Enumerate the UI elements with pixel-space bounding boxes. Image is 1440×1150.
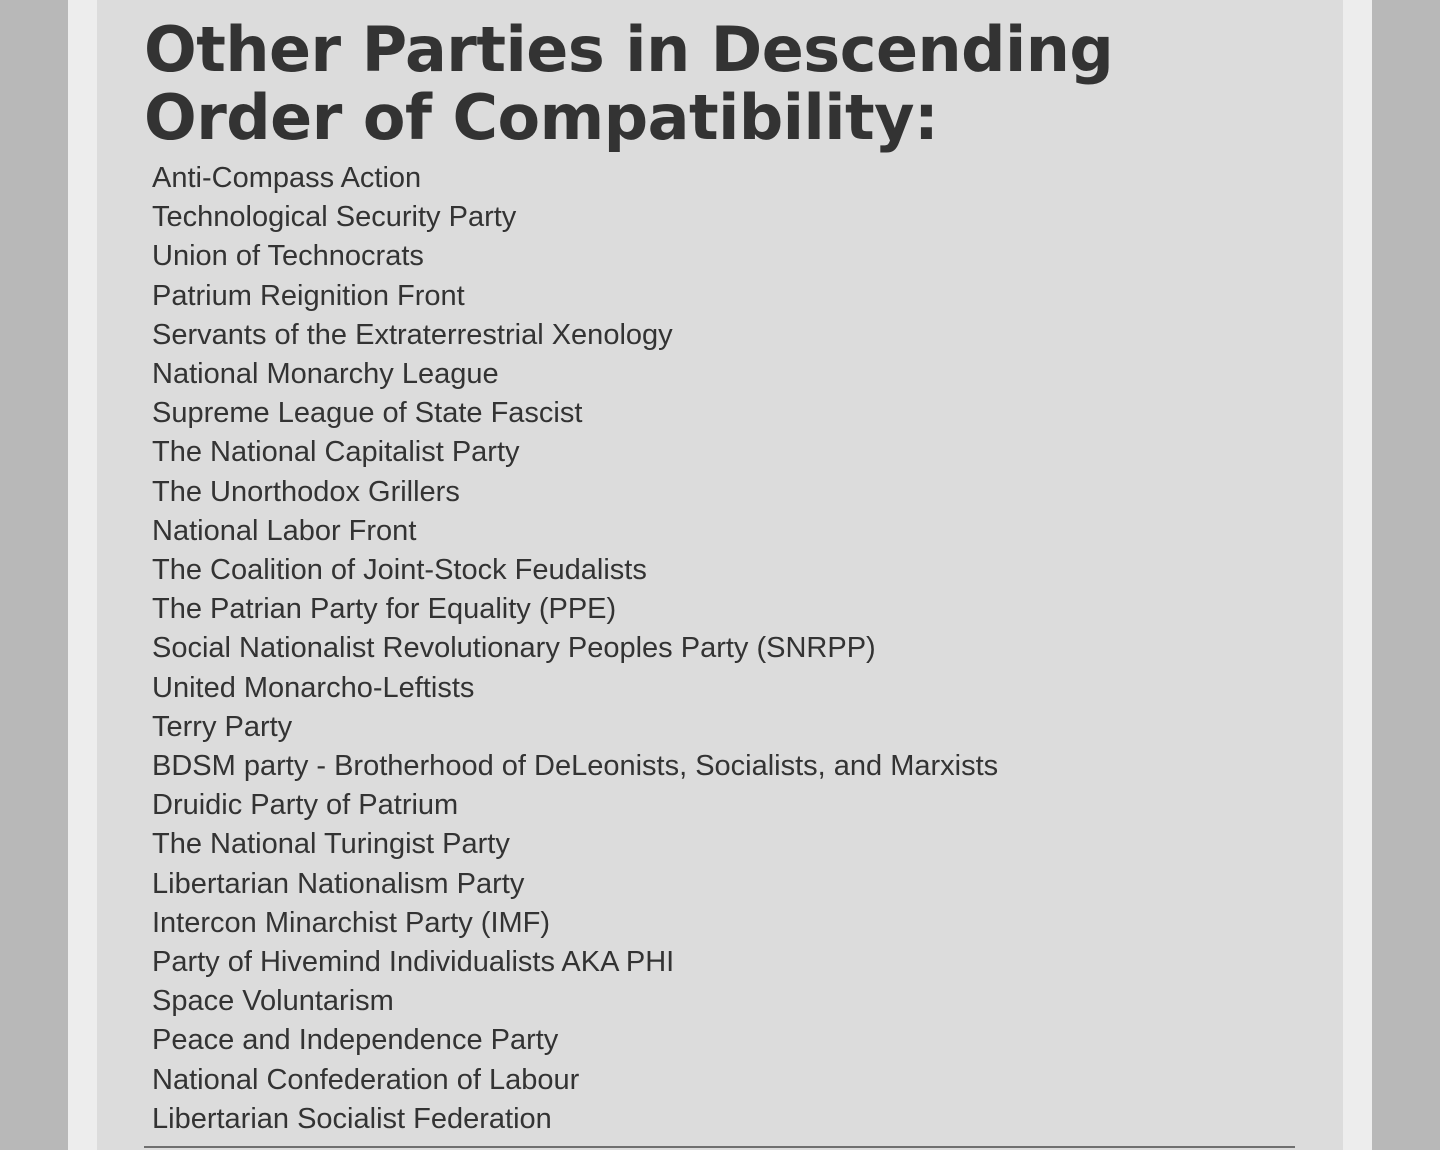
- list-item: Party of Hivemind Individualists AKA PHI: [152, 946, 675, 979]
- list-item: The Coalition of Joint-Stock Feudalists: [152, 554, 647, 587]
- list-item: Libertarian Nationalism Party: [152, 867, 525, 900]
- bottom-divider: [144, 1146, 1295, 1148]
- list-item: The Unorthodox Grillers: [152, 475, 460, 508]
- list-item: Libertarian Socialist Federation: [152, 1102, 552, 1135]
- list-item: The National Turingist Party: [152, 828, 510, 861]
- list-item: National Labor Front: [152, 514, 417, 547]
- list-item: Peace and Independence Party: [152, 1024, 559, 1057]
- list-item: Space Voluntarism: [152, 985, 394, 1018]
- list-item: Servants of the Extraterrestrial Xenolog…: [152, 318, 673, 351]
- page-title: Other Parties in Descending Order of Com…: [144, 16, 1294, 152]
- list-item: Intercon Minarchist Party (IMF): [152, 906, 551, 939]
- list-item: National Confederation of Labour: [152, 1063, 580, 1096]
- list-item: National Monarchy League: [152, 358, 499, 391]
- party-list: Anti-Compass Action Technological Securi…: [152, 159, 998, 1139]
- list-item: Supreme League of State Fascist: [152, 397, 583, 430]
- list-item: BDSM party - Brotherhood of DeLeonists, …: [152, 750, 999, 783]
- page-title-line-2: Order of Compatibility:: [144, 81, 939, 154]
- list-item: Patrium Reignition Front: [152, 279, 465, 312]
- page-title-line-1: Other Parties in Descending: [144, 13, 1114, 86]
- list-item: Union of Technocrats: [152, 240, 424, 273]
- list-item: Anti-Compass Action: [152, 162, 422, 194]
- list-item: The National Capitalist Party: [152, 436, 520, 469]
- list-item: Technological Security Party: [152, 201, 517, 234]
- list-item: The Patrian Party for Equality (PPE): [152, 593, 617, 626]
- list-item: Terry Party: [152, 710, 293, 743]
- list-item: Social Nationalist Revolutionary Peoples…: [152, 632, 876, 665]
- list-item: Druidic Party of Patrium: [152, 789, 459, 822]
- list-item: United Monarcho-Leftists: [152, 671, 475, 704]
